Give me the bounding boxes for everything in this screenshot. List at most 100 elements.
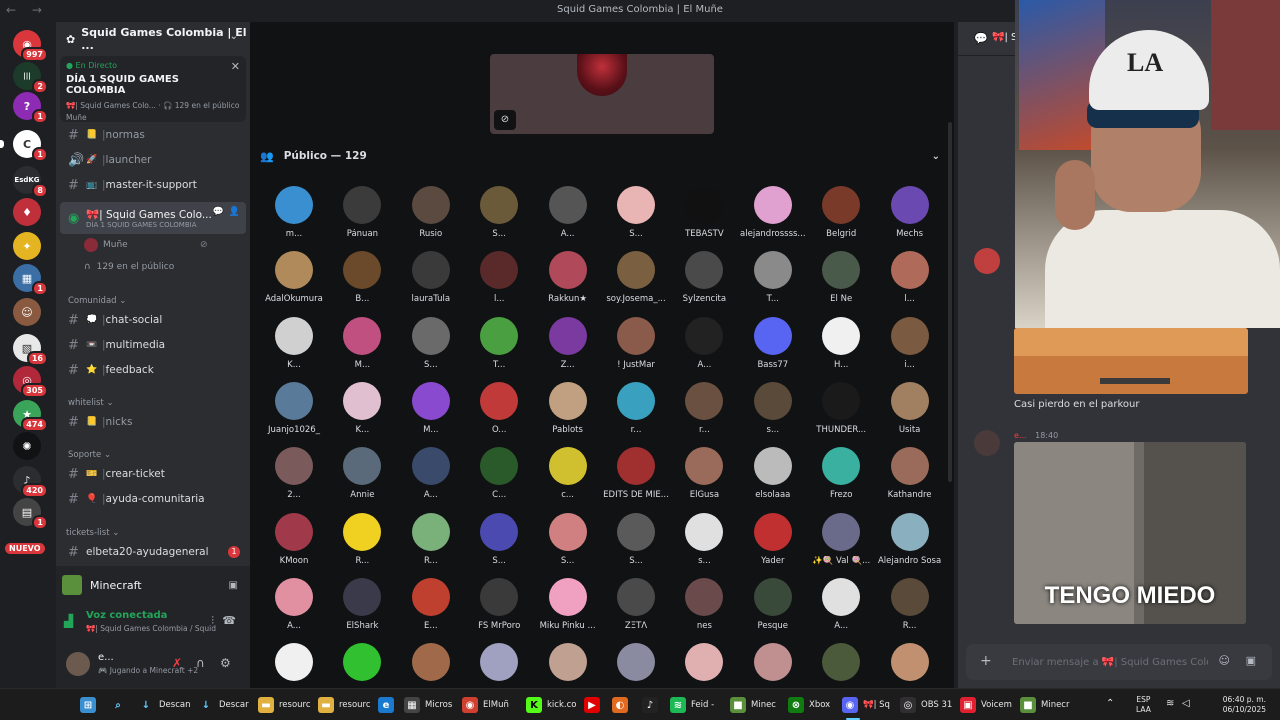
audience-member[interactable]: Frezo	[807, 443, 875, 503]
server-colorful-server[interactable]: ★ 474	[13, 400, 48, 432]
audience-member[interactable]	[739, 639, 807, 688]
taskbar-discord[interactable]: ◉ 🎀| Sq	[842, 695, 890, 720]
audience-member[interactable]: s...	[670, 509, 738, 569]
audience-member[interactable]: R...	[328, 509, 396, 569]
server-spark-server[interactable]: ✺	[13, 432, 41, 460]
taskbar-start[interactable]: ⊞	[80, 695, 101, 715]
voice-status[interactable]: Voz conectada	[86, 610, 167, 621]
audience-member[interactable]: A...	[670, 313, 738, 373]
live-event-card[interactable]: ● En Directo DÍA 1 SQUID GAMES COLOMBIA …	[60, 56, 246, 122]
audience-member[interactable]: ElShark	[328, 574, 396, 634]
audience-member[interactable]: Alejandro Sosa	[876, 509, 944, 569]
taskbar-firefox[interactable]: ◐	[612, 695, 633, 715]
channel-nicks[interactable]: # 📒 | nicks	[60, 411, 246, 433]
audience-member[interactable]: M...	[397, 378, 465, 438]
disconnect-icon[interactable]: ☎	[222, 614, 236, 627]
audience-member[interactable]: FS MrPoro	[465, 574, 533, 634]
audience-member[interactable]: Pánuan	[328, 182, 396, 242]
server-discord-home[interactable]: ◉ 997	[13, 30, 48, 62]
noise-suppression-icon[interactable]: ⫶	[211, 614, 214, 628]
audience-member[interactable]: r...	[670, 378, 738, 438]
audience-member[interactable]: elsolaaa	[739, 443, 807, 503]
audience-member[interactable]: ElGusa	[670, 443, 738, 503]
channel-feedback[interactable]: # ⭐ | feedback	[60, 359, 246, 381]
audience-header[interactable]: 👥 Público — 129 ⌄	[260, 146, 944, 166]
channel-crear-ticket[interactable]: # 🎫 | crear-ticket	[60, 463, 246, 485]
audience-member[interactable]	[534, 639, 602, 688]
taskbar-folder-2[interactable]: ▬ resourc	[318, 695, 371, 715]
server-dark-server[interactable]: ▤ 1	[13, 498, 48, 530]
audience-member[interactable]	[397, 639, 465, 688]
audience-member[interactable]: A...	[260, 574, 328, 634]
server-red-ring-server[interactable]: ◎ 305	[13, 366, 48, 398]
category-header[interactable]: Soporte ⌄	[68, 450, 111, 460]
server-shield-server[interactable]: ♦	[13, 198, 41, 226]
channel-ayuda-comunitaria[interactable]: # 🎈 | ayuda-comunitaria	[60, 488, 246, 510]
audience-member[interactable]: c...	[534, 443, 602, 503]
mic-muted-icon[interactable]: ✗	[172, 656, 182, 670]
audience-member[interactable]: M...	[328, 313, 396, 373]
server-mic-server[interactable]: ♪ 420	[13, 466, 48, 498]
game-controller-icon[interactable]: ▣	[229, 580, 238, 591]
language-indicator[interactable]: ESP LAA	[1136, 695, 1151, 715]
audience-member[interactable]: A...	[807, 574, 875, 634]
audience-member[interactable]: H...	[807, 313, 875, 373]
taskbar-chrome[interactable]: ◉ ElMuñ	[462, 695, 509, 715]
audience-member[interactable]: KMoon	[260, 509, 328, 569]
audience-member[interactable]: lauraTula	[397, 247, 465, 307]
stage-scrollbar[interactable]	[948, 122, 952, 482]
gif-attachment[interactable]: TENGO MIEDO	[1014, 442, 1246, 624]
audience-member[interactable]: Miku Pinku ...	[534, 574, 602, 634]
audience-member[interactable]: Yader	[739, 509, 807, 569]
server-green-server[interactable]: ||| 2	[13, 62, 48, 94]
audience-member[interactable]: Sylzencita	[670, 247, 738, 307]
audience-member[interactable]: Pablots	[534, 378, 602, 438]
audience-member[interactable]: ✨🍭 Val 🍭...	[807, 509, 875, 569]
username[interactable]: e...	[98, 652, 114, 663]
taskbar-search[interactable]: ⌕	[110, 695, 131, 715]
taskbar-youtube[interactable]: ▶	[584, 695, 605, 715]
close-icon[interactable]: ✕	[231, 60, 240, 73]
server-clan-server[interactable]: C1	[0, 130, 48, 162]
audience-member[interactable]: Annie	[328, 443, 396, 503]
audience-member[interactable]: O...	[465, 378, 533, 438]
audience-member[interactable]: E...	[397, 574, 465, 634]
audience-member[interactable]	[876, 639, 944, 688]
audience-member[interactable]: alejandrossss...	[739, 182, 807, 242]
chevron-up-icon[interactable]: ⌃	[1106, 698, 1114, 709]
audience-member[interactable]: Belgrid	[807, 182, 875, 242]
audience-member[interactable]: S...	[465, 509, 533, 569]
audience-member[interactable]: Bass77	[739, 313, 807, 373]
audience-member[interactable]: A...	[397, 443, 465, 503]
game-controller-icon[interactable]: ▣	[1246, 654, 1256, 667]
channel-stage[interactable]: ◉ 🎀| Squid Games Colo... DÍA 1 SQUID GAMES…	[60, 202, 246, 234]
taskbar-edge[interactable]: e	[378, 695, 399, 715]
audience-member[interactable]	[328, 639, 396, 688]
channel-elbeta20-ayudageneral[interactable]: # elbeta20-ayudageneral 1	[60, 541, 246, 563]
audience-member[interactable]: A...	[534, 182, 602, 242]
taskbar-minecraft-2[interactable]: ■ Minecr	[1020, 695, 1069, 715]
audience-member[interactable]: Pesque	[739, 574, 807, 634]
audience-member[interactable]: ZΞTΛ	[602, 574, 670, 634]
gear-icon[interactable]: ⚙	[220, 656, 231, 670]
audience-member[interactable]: R...	[397, 509, 465, 569]
audience-member[interactable]: S...	[397, 313, 465, 373]
avatar[interactable]	[974, 430, 1000, 456]
audience-member[interactable]: Rakkun★	[534, 247, 602, 307]
taskbar-microsoft[interactable]: ▦ Micros	[404, 695, 452, 715]
audience-member[interactable]: m...	[260, 182, 328, 242]
add-attachment-icon[interactable]: +	[980, 653, 992, 669]
stage-host-row[interactable]: Muñe ⊘	[84, 238, 208, 252]
taskbar-voicemod[interactable]: ▣ Voicem	[960, 695, 1012, 715]
audience-member[interactable]: EDITS DE MIE...	[602, 443, 670, 503]
channel-normas[interactable]: # 📒 | normas	[60, 124, 246, 146]
signal-icon[interactable]: ▟	[64, 614, 73, 628]
audience-member[interactable]	[465, 639, 533, 688]
headphones-icon[interactable]: ∩	[196, 656, 205, 670]
taskbar-obs[interactable]: ◎ OBS 31	[900, 695, 952, 715]
message-author[interactable]: e...	[1014, 431, 1027, 440]
taskbar-tiktok[interactable]: ♪	[642, 695, 663, 715]
stage-audience-row[interactable]: ∩ 129 en el público	[84, 262, 174, 272]
audience-member[interactable]: Z...	[534, 313, 602, 373]
wifi-icon[interactable]: ≋	[1166, 698, 1174, 709]
